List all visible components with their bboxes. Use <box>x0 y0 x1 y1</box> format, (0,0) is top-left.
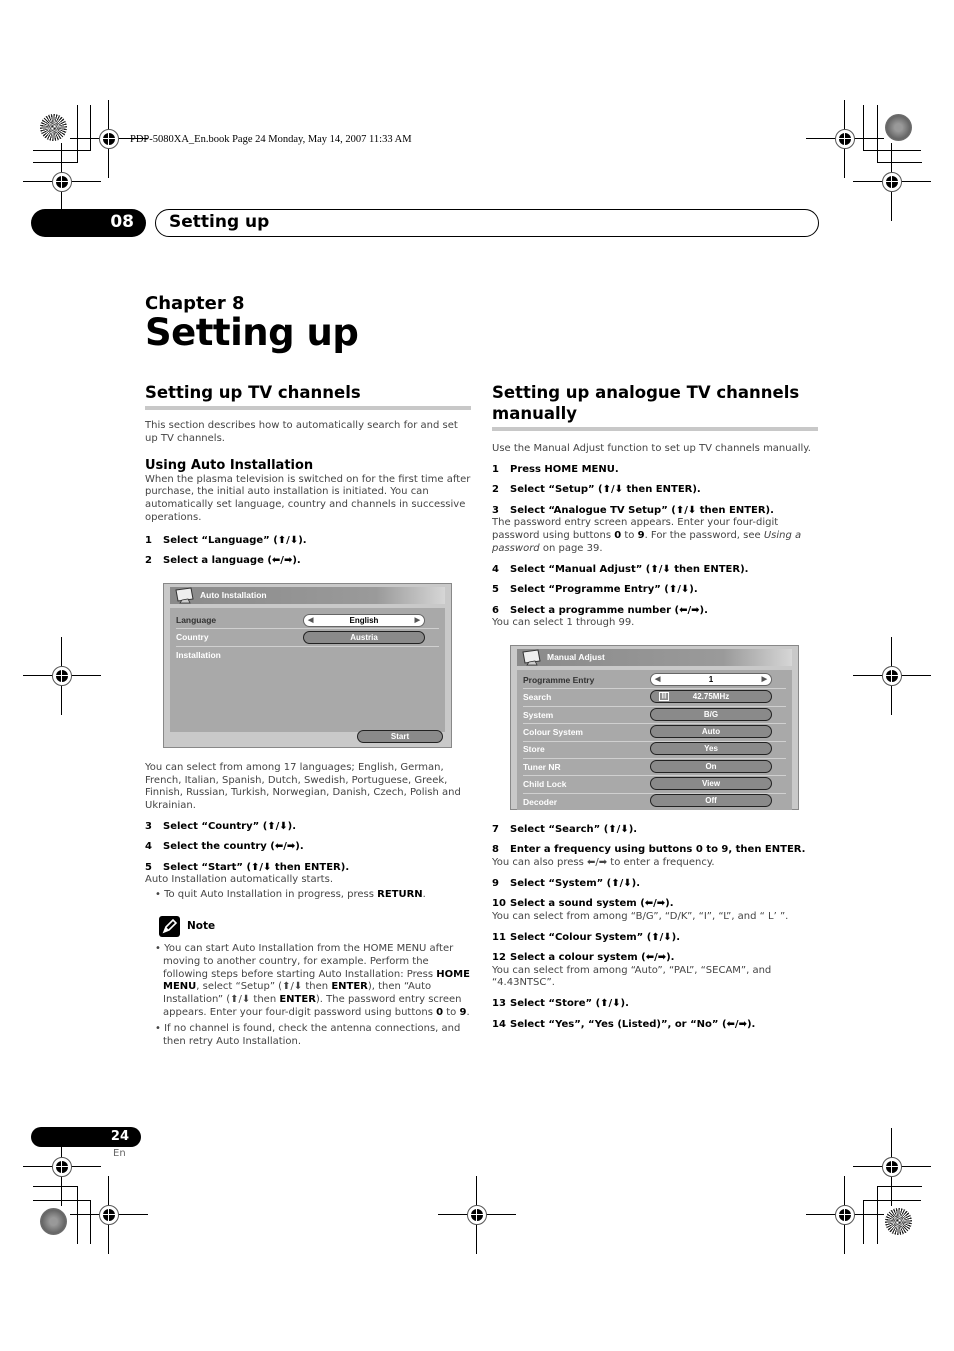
tv-menu-icon <box>175 587 194 604</box>
osd-manual-adjust: Manual Adjust Programme Entry Search Sys… <box>510 644 799 810</box>
step: 8 Enter a frequency using buttons 0 to 9,… <box>492 844 806 856</box>
page-number-tab: 24 <box>31 1127 141 1147</box>
step: 4 Select the country (⬅/➡). <box>145 841 304 853</box>
pencil-note-icon <box>159 916 180 938</box>
colour-system-selector[interactable]: Auto <box>650 724 772 738</box>
bullet: To quit Auto Installation in progress, p… <box>145 889 471 902</box>
step-description: You can select from among “Auto”, “PAL”,… <box>492 964 772 989</box>
system-selector[interactable]: B/G <box>650 707 772 721</box>
note-header: Note <box>159 916 471 938</box>
decoder-selector[interactable]: Off <box>650 793 772 807</box>
step: 2 Select a language (⬅/➡). <box>145 555 301 567</box>
left-arrow-icon: ◀ <box>655 675 661 683</box>
section-heading: Setting up TV channels <box>145 382 471 410</box>
registration-mark-icon <box>853 637 931 715</box>
tuner-nr-selector[interactable]: On <box>650 759 772 773</box>
step: 3 Select “Country” (⬆/⬇). <box>145 820 297 832</box>
country-selector[interactable]: Austria <box>303 630 425 644</box>
chapter-title-bar: Setting up <box>155 209 819 237</box>
section-heading: Setting up analogue TV channels manually <box>492 382 818 431</box>
right-arrow-icon: ▶ <box>414 616 420 624</box>
step: 2 Select “Setup” (⬆/⬇ then ENTER). <box>492 484 701 496</box>
start-button[interactable]: Start <box>357 729 443 743</box>
color-bar-star-icon <box>885 1208 912 1235</box>
registration-mark-icon <box>23 637 101 715</box>
registration-mark-icon <box>70 1176 148 1254</box>
step: 3 Select “Analogue TV Setup” (⬆/⬇ then EN… <box>492 504 774 516</box>
search-frequency-field[interactable]: ||| 42.75MHz <box>650 689 772 703</box>
osd-row-installation: Installation <box>176 649 221 660</box>
osd-title-bar: Manual Adjust <box>517 648 792 666</box>
osd-auto-installation: Auto Installation Language ◀ English ▶ Cou… <box>163 582 452 748</box>
note-bullet: You can start Auto Installation from the… <box>145 943 471 1020</box>
registration-mark-icon <box>438 1176 516 1254</box>
note-label: Note <box>187 920 216 933</box>
registration-mark-icon <box>853 1128 931 1206</box>
step: 9 Select “System” (⬆/⬇). <box>492 877 641 889</box>
step-description: You can also press ⬅/➡ to enter a freque… <box>492 856 715 868</box>
color-bar-disc-icon <box>885 114 912 141</box>
step: 4 Select “Manual Adjust” (⬆/⬇ then ENTER)… <box>492 563 749 575</box>
osd-title: Auto Installation <box>200 589 267 600</box>
step-description: The password entry screen appears. Enter… <box>492 517 802 554</box>
section-intro: Use the Manual Adjust function to set up… <box>492 443 811 454</box>
step-description: Auto Installation automatically starts. <box>145 874 333 886</box>
step: 10 Select a sound system (⬅/➡). <box>492 898 674 910</box>
step-description: You can select from among “B/G”, “D/K”, … <box>492 910 789 922</box>
chapter-title-bar-text: Setting up <box>169 212 270 232</box>
print-header: PDP-5080XA_En.book Page 24 Monday, May 1… <box>130 134 412 145</box>
note-bullet: If no channel is found, check the antenn… <box>145 1023 471 1049</box>
signal-meter-icon: ||| <box>659 691 669 701</box>
step: 14 Select “Yes”, “Yes (Listed)”, or “No” … <box>492 1018 756 1030</box>
step: 11 Select “Colour System” (⬆/⬇). <box>492 931 681 943</box>
step-description: You can select 1 through 99. <box>492 617 635 629</box>
page-language: En <box>113 1148 126 1159</box>
color-bar-star-icon <box>40 114 67 141</box>
step: 1 Select “Language” (⬆/⬇). <box>145 534 307 546</box>
left-arrow-icon: ◀ <box>308 616 314 624</box>
child-lock-selector[interactable]: View <box>650 776 772 790</box>
step: 5 Select “Programme Entry” (⬆/⬇). <box>492 584 698 596</box>
right-column: Setting up analogue TV channels manually… <box>492 382 818 1031</box>
tv-menu-icon <box>522 649 541 666</box>
step: 6 Select a programme number (⬅/➡). <box>492 604 708 616</box>
subsection-intro: When the plasma television is switched o… <box>145 473 471 523</box>
chapter-number-tab: 08 <box>31 209 146 237</box>
language-selector[interactable]: ◀ English ▶ <box>303 613 425 627</box>
step: 12 Select a colour system (⬅/➡). <box>492 952 675 964</box>
programme-entry-selector[interactable]: ◀ 1 ▶ <box>650 672 772 686</box>
right-arrow-icon: ▶ <box>761 675 767 683</box>
step: 13 Select “Store” (⬆/⬇). <box>492 998 629 1010</box>
registration-mark-icon <box>853 143 931 221</box>
chapter-title: Setting up <box>145 311 359 354</box>
chapter-number: 08 <box>110 212 134 232</box>
subsection-heading: Using Auto Installation <box>145 457 314 473</box>
step: 1 Press HOME MENU. <box>492 463 619 475</box>
left-column: Setting up TV channels This section desc… <box>145 382 471 1048</box>
store-selector[interactable]: Yes <box>650 741 772 755</box>
languages-note: You can select from among 17 languages; … <box>145 761 461 812</box>
step: 5 Select “Start” (⬆/⬇ then ENTER). <box>145 861 350 873</box>
section-intro: This section describes how to automatica… <box>145 420 458 444</box>
osd-title-bar: Auto Installation <box>170 586 445 604</box>
color-bar-disc-icon <box>40 1208 67 1235</box>
step: 7 Select “Search” (⬆/⬇). <box>492 823 638 835</box>
osd-title: Manual Adjust <box>547 651 605 662</box>
page-number: 24 <box>110 1129 129 1144</box>
